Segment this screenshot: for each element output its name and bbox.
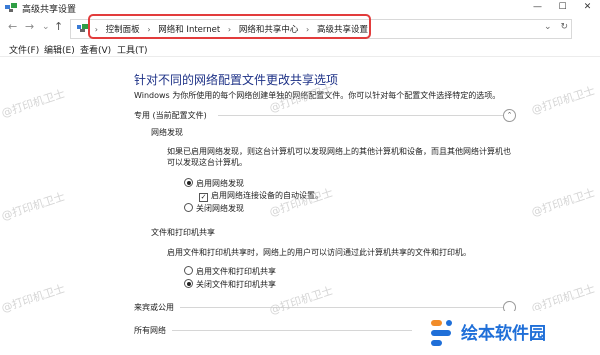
network-folder-icon bbox=[77, 24, 88, 36]
sharing-heading: 文件和打印机共享 bbox=[151, 228, 215, 237]
forward-arrow-icon[interactable]: → bbox=[25, 21, 34, 33]
page-title: 针对不同的网络配置文件更改共享选项 bbox=[134, 73, 339, 87]
discovery-on-option[interactable]: 启用网络发现 bbox=[184, 178, 244, 189]
checkbox-checked-icon[interactable]: ✓ bbox=[199, 193, 208, 202]
menu-tools[interactable]: 工具(T) bbox=[117, 43, 148, 56]
site-logo: 绘本软件园 bbox=[415, 311, 600, 355]
chevron-down-icon[interactable]: ⌄ bbox=[544, 22, 552, 32]
discovery-off-option[interactable]: 关闭网络发现 bbox=[184, 203, 244, 214]
section-divider bbox=[180, 307, 504, 308]
radio-selected-icon[interactable] bbox=[184, 279, 193, 288]
minimize-button[interactable]: — bbox=[525, 0, 550, 15]
sharing-off-option[interactable]: 关闭文件和打印机共享 bbox=[184, 279, 276, 290]
section-guest-title[interactable]: 来宾或公用 bbox=[134, 302, 174, 313]
sharing-description: 启用文件和打印机共享时，网络上的用户可以访问通过此计算机共享的文件和打印机。 bbox=[167, 248, 471, 257]
menu-edit[interactable]: 编辑(E) bbox=[44, 43, 75, 56]
sharing-off-label: 关闭文件和打印机共享 bbox=[196, 280, 276, 289]
refresh-icon[interactable]: ↻ bbox=[560, 22, 568, 32]
maximize-button[interactable]: ☐ bbox=[550, 0, 575, 15]
close-button[interactable]: ✕ bbox=[575, 0, 600, 15]
window-title: 高级共享设置 bbox=[22, 5, 77, 15]
menu-bar: 文件(F) 编辑(E) 查看(V) 工具(T) bbox=[0, 42, 600, 57]
discovery-heading: 网络发现 bbox=[151, 128, 183, 137]
discovery-description: 如果已启用网络发现，则这台计算机可以发现网络上的其他计算机和设备，而且其他网络计… bbox=[167, 147, 511, 167]
discovery-on-label: 启用网络发现 bbox=[196, 179, 244, 188]
section-all-title[interactable]: 所有网络 bbox=[134, 325, 166, 336]
menu-file[interactable]: 文件(F) bbox=[9, 43, 39, 56]
section-divider bbox=[218, 115, 504, 116]
recent-locations-icon[interactable]: ⌄ bbox=[42, 21, 50, 33]
address-actions: ⌄ ↻ bbox=[544, 22, 568, 32]
address-highlight-box bbox=[88, 14, 371, 39]
radio-selected-icon[interactable] bbox=[184, 178, 193, 187]
up-arrow-icon[interactable]: ↑ bbox=[54, 21, 63, 33]
title-bar: 高级共享设置 — ☐ ✕ bbox=[0, 0, 600, 15]
radio-unselected-icon[interactable] bbox=[184, 266, 193, 275]
section-private-title[interactable]: 专用 (当前配置文件) bbox=[134, 110, 207, 121]
collapse-chevron-icon[interactable]: ⌃ bbox=[503, 109, 516, 122]
section-divider bbox=[172, 330, 412, 331]
radio-unselected-icon[interactable] bbox=[184, 203, 193, 212]
back-arrow-icon[interactable]: ← bbox=[8, 21, 17, 33]
logo-mark-icon bbox=[429, 318, 457, 351]
sharing-on-option[interactable]: 启用文件和打印机共享 bbox=[184, 266, 276, 277]
logo-text: 绘本软件园 bbox=[461, 324, 546, 344]
sharing-on-label: 启用文件和打印机共享 bbox=[196, 267, 276, 276]
discovery-off-label: 关闭网络发现 bbox=[196, 204, 244, 213]
menu-view[interactable]: 查看(V) bbox=[80, 43, 111, 56]
